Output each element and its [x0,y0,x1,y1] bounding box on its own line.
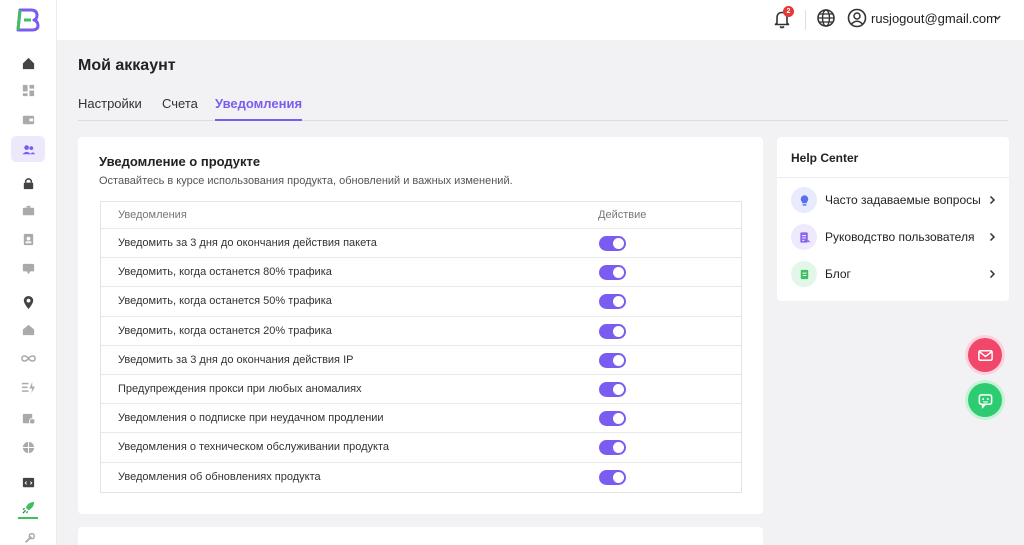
help-center-panel: Help Center Часто задаваемые вопросы Рук… [777,137,1009,301]
guide-icon [791,224,817,250]
briefcase-icon[interactable] [19,201,37,219]
table-row: Уведомить, когда останется 20% трафика [101,317,741,346]
column-header-action: Действие [598,209,647,221]
calendar-list-icon[interactable] [19,409,37,427]
help-item-user-guide[interactable]: Руководство пользователя [791,224,996,250]
secondary-card [78,527,763,545]
blog-icon [791,261,817,287]
table-row: Уведомить за 3 дня до окончания действия… [101,346,741,375]
chevron-right-icon [989,195,996,205]
help-item-faq[interactable]: Часто задаваемые вопросы [791,187,996,213]
user-email[interactable]: rusjogout@gmail.com [871,11,997,26]
toggle-switch[interactable] [599,265,626,281]
chat-bot-icon [978,393,992,409]
help-item-label: Часто задаваемые вопросы [825,193,981,207]
bolt-list-icon[interactable] [19,378,37,396]
toggle-switch[interactable] [599,469,626,485]
tab-settings[interactable]: Настройки [78,96,142,119]
table-row: Уведомления об обновлениях продукта [101,463,741,492]
help-item-label: Руководство пользователя [825,230,975,244]
users-icon[interactable] [11,136,45,162]
row-label: Уведомить за 3 дня до окончания действия… [118,237,377,250]
rocket-icon[interactable] [19,498,37,516]
card-title: Уведомление о продукте [99,154,261,169]
mail-icon [977,349,993,361]
tab-notifications[interactable]: Уведомления [215,96,303,121]
dashboard-icon[interactable] [19,81,37,99]
chevron-right-icon [989,269,996,279]
toggle-switch[interactable] [599,236,626,251]
table-row: Уведомления о техническом обслуживании п… [101,433,741,463]
page-title: Мой аккаунт [78,57,176,74]
logo[interactable] [16,7,40,33]
active-indicator [18,517,38,519]
toggle-switch[interactable] [599,440,626,456]
help-center-title: Help Center [791,151,859,165]
link-icon[interactable] [19,530,37,545]
table-row: Уведомить, когда останется 80% трафика [101,258,741,288]
lightbulb-icon [791,187,817,213]
help-item-blog[interactable]: Блог [791,261,996,287]
notifications-table: Уведомления Действие Уведомить за 3 дня … [100,201,742,493]
notification-badge: 2 [783,6,794,17]
chat-support-button[interactable] [968,383,1002,417]
table-row: Уведомить, когда останется 50% трафика [101,287,741,317]
row-label: Уведомления о техническом обслуживании п… [118,441,389,454]
column-header-notifications: Уведомления [118,209,187,221]
row-label: Уведомления об обновлениях продукта [118,471,321,484]
row-label: Уведомить, когда останется 50% трафика [118,295,332,308]
location-pin-icon[interactable] [19,293,37,311]
toggle-switch[interactable] [599,294,626,310]
row-label: Предупреждения прокси при любых аномалия… [118,383,362,396]
globe-icon[interactable] [816,8,836,28]
code-window-icon[interactable] [19,473,37,491]
user-icon[interactable] [847,8,867,28]
card-subtitle: Оставайтесь в курсе использования продук… [99,175,513,187]
toggle-switch[interactable] [599,411,626,427]
id-card-icon[interactable] [19,230,37,248]
sidebar [0,0,57,545]
toggle-switch[interactable] [599,381,626,397]
row-label: Уведомления о подписке при неудачном про… [118,412,384,425]
table-row: Предупреждения прокси при любых аномалия… [101,375,741,405]
help-item-label: Блог [825,267,851,281]
notification-settings-card: Уведомление о продукте Оставайтесь в кур… [78,137,763,514]
chat-box-icon[interactable] [19,259,37,277]
home-icon[interactable] [19,54,37,72]
globe-grid-icon[interactable] [19,438,37,456]
chevron-down-icon[interactable] [993,13,1002,22]
chevron-right-icon [989,232,996,242]
house-icon[interactable] [19,320,37,338]
toggle-switch[interactable] [599,352,626,368]
email-support-button[interactable] [968,338,1002,372]
infinity-icon[interactable] [19,349,37,367]
divider [777,177,1009,178]
tab-bar: Настройки Счета Уведомления [78,95,1008,121]
table-header: Уведомления Действие [101,202,741,229]
tab-invoices[interactable]: Счета [162,96,198,119]
divider [805,10,806,30]
row-label: Уведомить, когда останется 80% трафика [118,266,332,279]
table-row: Уведомить за 3 дня до окончания действия… [101,229,741,259]
wallet-icon[interactable] [19,110,37,128]
table-row: Уведомления о подписке при неудачном про… [101,404,741,434]
row-label: Уведомить, когда останется 20% трафика [118,324,332,337]
toggle-switch[interactable] [599,323,626,339]
lock-icon[interactable] [19,174,37,192]
row-label: Уведомить за 3 дня до окончания действия… [118,353,354,366]
